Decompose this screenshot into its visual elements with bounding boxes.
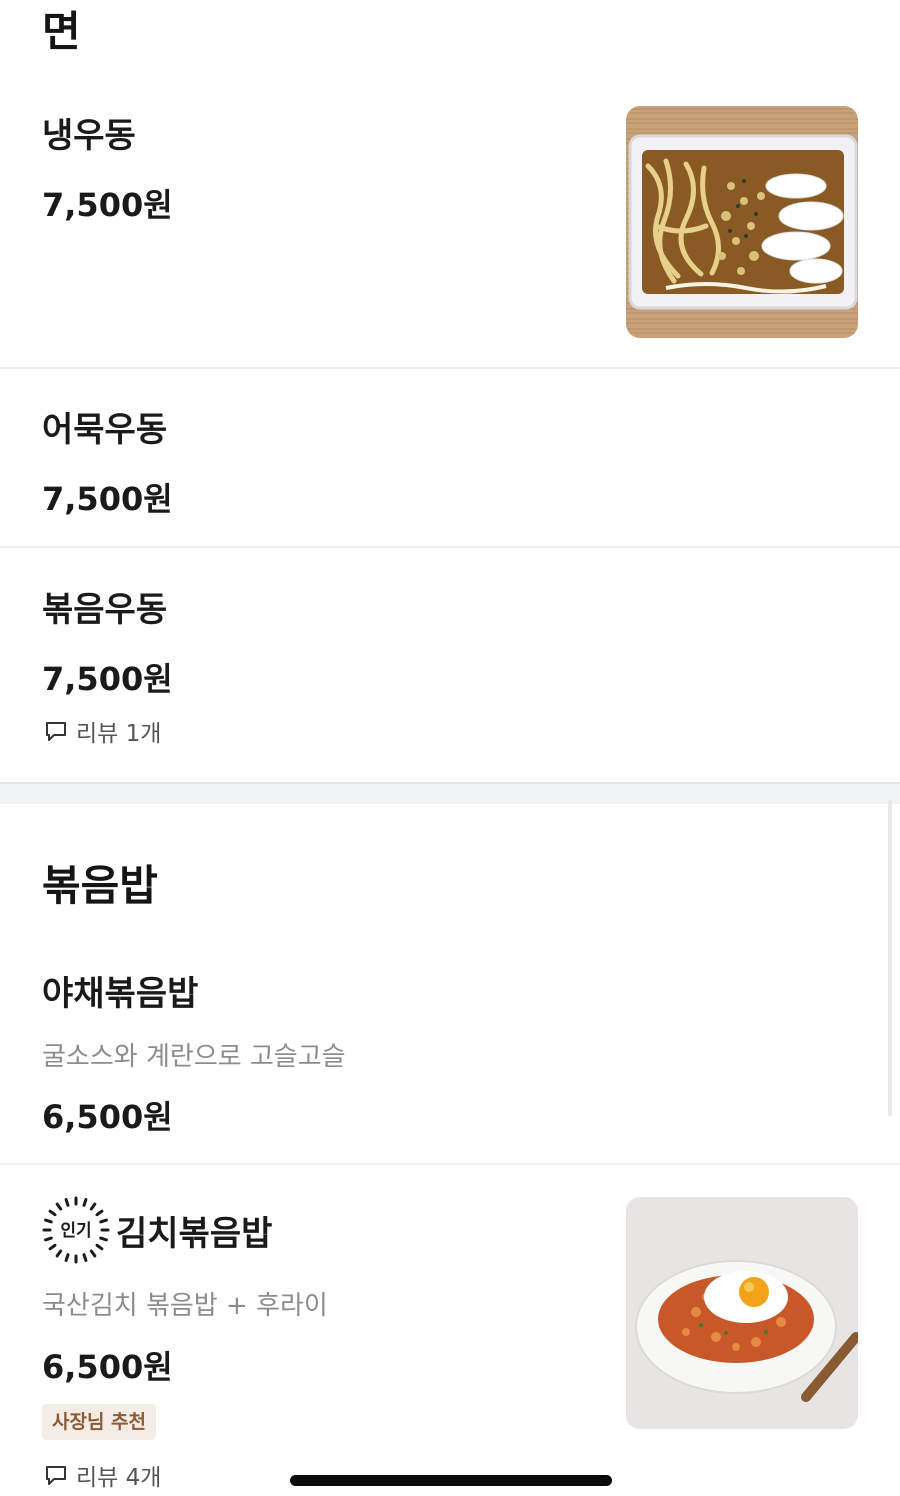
menu-item-price: 6,500원 (42, 1348, 173, 1386)
home-indicator[interactable] (290, 1475, 612, 1486)
section-title-fried-rice: 볶음밥 (42, 861, 158, 910)
menu-item-price: 7,500원 (42, 660, 173, 698)
menu-item-description: 굴소스와 계란으로 고슬고슬 (42, 1042, 346, 1072)
popular-badge-icon: 인기 (42, 1196, 110, 1264)
menu-item-name: 어묵우동 (42, 410, 168, 450)
badge-ray (44, 1236, 53, 1242)
review-count-label: 리뷰 4개 (76, 1465, 162, 1491)
section-divider (0, 782, 900, 804)
badge-ray (64, 1253, 70, 1262)
menu-item-name: 김치볶음밥 (116, 1214, 273, 1254)
badge-ray (99, 1236, 108, 1242)
review-count[interactable]: 리뷰 1개 (44, 714, 161, 748)
badge-ray (95, 1243, 104, 1251)
badge-ray (48, 1243, 57, 1251)
speech-bubble-icon (46, 1466, 66, 1485)
menu-item-description: 국산김치 볶음밥 + 후라이 (42, 1291, 328, 1321)
menu-item-vegetable-fried-rice[interactable]: 야채볶음밥 굴소스와 계란으로 고슬고슬 6,500원 (0, 940, 900, 1164)
badge-ray (48, 1209, 57, 1217)
speech-bubble-icon (46, 722, 66, 741)
badge-ray (95, 1209, 104, 1217)
badge-ray (44, 1218, 53, 1224)
cold-udon-photo[interactable] (626, 106, 858, 338)
badge-ray (55, 1249, 63, 1258)
review-count[interactable]: 리뷰 4개 (44, 1458, 161, 1492)
popular-badge-label: 인기 (60, 1221, 91, 1241)
menu-item-price: 7,500원 (42, 480, 173, 518)
badge-ray (64, 1198, 70, 1207)
menu-item-fishcake-udon[interactable]: 어묵우동 7,500원 (0, 368, 900, 548)
menu-item-cold-udon[interactable]: 냉우동 7,500원 (0, 0, 900, 368)
badge-ray (99, 1218, 108, 1224)
kimchi-fried-rice-photo[interactable] (626, 1197, 858, 1429)
menu-item-name: 야채볶음밥 (42, 974, 199, 1014)
badge-ray (55, 1202, 63, 1211)
menu-item-name: 볶음우동 (42, 590, 168, 630)
owner-recommend-tag: 사장님 추천 (42, 1404, 157, 1440)
badge-ray (82, 1198, 88, 1207)
menu-item-price: 6,500원 (42, 1098, 173, 1136)
menu-item-name: 냉우동 (42, 116, 136, 156)
badge-ray (82, 1253, 88, 1262)
scrollbar[interactable] (888, 800, 892, 1116)
badge-ray (89, 1202, 97, 1211)
menu-item-price: 7,500원 (42, 186, 173, 224)
review-count-label: 리뷰 1개 (76, 721, 162, 747)
menu-item-stir-fried-udon[interactable]: 볶음우동 7,500원 리뷰 1개 (0, 548, 900, 782)
badge-ray (89, 1249, 97, 1258)
